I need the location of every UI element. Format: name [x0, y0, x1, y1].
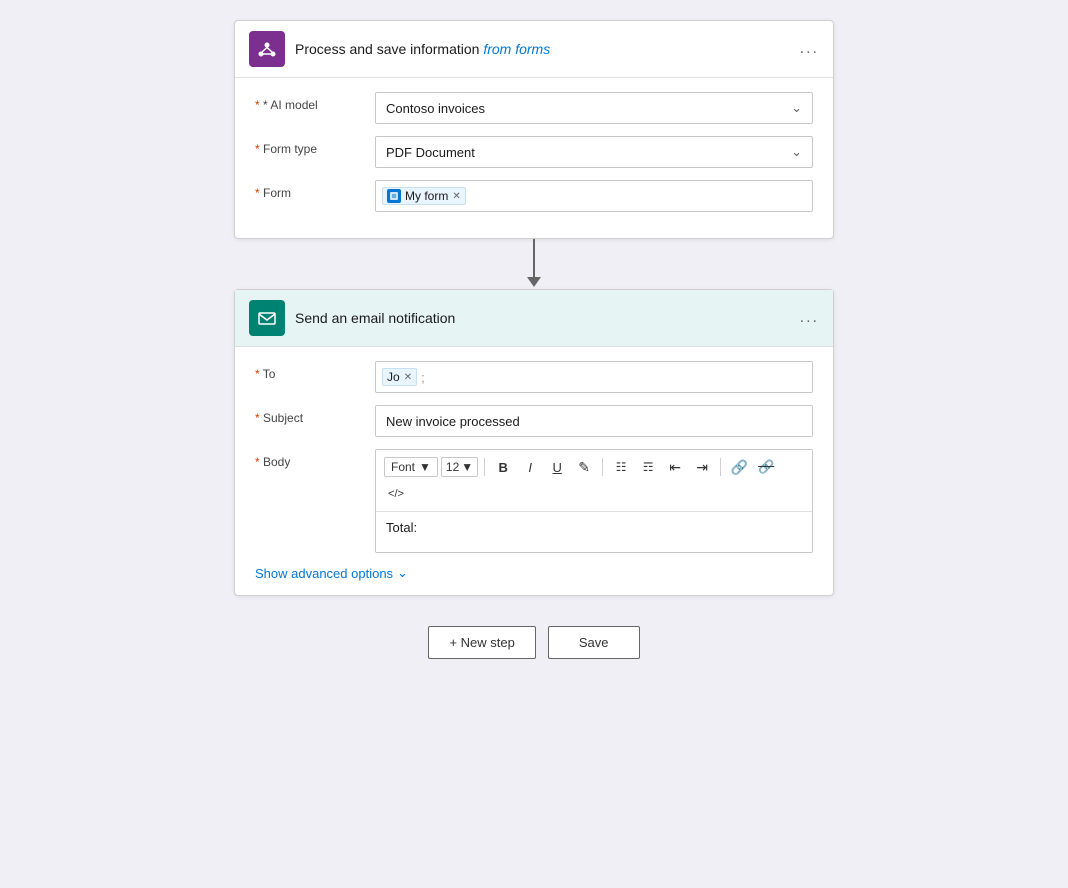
new-step-button[interactable]: + New step	[428, 626, 535, 659]
toolbar-divider-2	[602, 458, 603, 476]
font-size-chevron-icon: ▼	[461, 460, 473, 474]
ai-model-label-text: * AI model	[263, 98, 318, 112]
email-more-options[interactable]: ...	[800, 309, 819, 327]
subject-label: * Subject	[255, 405, 375, 425]
subject-row: * Subject	[255, 405, 813, 437]
process-forms-card: Process and save information from forms …	[234, 20, 834, 239]
to-row: * To Jo ✕ ;	[255, 361, 813, 393]
form-tag-close-icon[interactable]: ✕	[452, 191, 460, 202]
title-highlight: from forms	[483, 41, 550, 57]
align-right-button[interactable]: ⇥	[690, 455, 714, 479]
ordered-list-button[interactable]: ☶	[636, 455, 660, 479]
form-type-value: PDF Document	[386, 145, 475, 160]
process-forms-body: * * AI model Contoso invoices ⌄ * Form t…	[235, 78, 833, 238]
body-row: * Body Font ▼ 12 ▼	[255, 449, 813, 553]
form-tag-text: My form	[405, 189, 448, 203]
form-tag-input[interactable]: My form ✕	[375, 180, 813, 212]
ai-model-select[interactable]: Contoso invoices ⌄	[375, 92, 813, 124]
form-row: * Form My form	[255, 180, 813, 212]
save-button[interactable]: Save	[548, 626, 640, 659]
process-forms-header: Process and save information from forms …	[235, 21, 833, 78]
to-control: Jo ✕ ;	[375, 361, 813, 393]
show-advanced-chevron-icon: ⌄	[397, 565, 408, 581]
to-tag: Jo ✕	[382, 368, 417, 386]
bold-button[interactable]: B	[491, 455, 515, 479]
action-buttons: + New step Save	[428, 626, 639, 659]
body-content[interactable]: Total:	[376, 512, 812, 552]
ai-model-label: * * AI model	[255, 92, 375, 112]
font-chevron-icon: ▼	[419, 460, 431, 474]
body-text: Total:	[386, 520, 417, 535]
color-button[interactable]: ✎	[572, 455, 596, 479]
to-tag-close-icon[interactable]: ✕	[404, 372, 412, 383]
form-type-chevron-icon: ⌄	[791, 144, 802, 160]
process-forms-header-left: Process and save information from forms	[249, 31, 550, 67]
link-button[interactable]: 🔗	[727, 455, 751, 479]
process-forms-icon-box	[249, 31, 285, 67]
email-icon-box	[249, 300, 285, 336]
to-tag-input[interactable]: Jo ✕ ;	[375, 361, 813, 393]
email-card-title: Send an email notification	[295, 310, 455, 326]
title-text: Process and save information	[295, 41, 483, 57]
align-left-button[interactable]: ⇤	[663, 455, 687, 479]
unordered-list-button[interactable]: ☷	[609, 455, 633, 479]
body-label: * Body	[255, 449, 375, 469]
email-notification-header-left: Send an email notification	[249, 300, 455, 336]
process-forms-more-options[interactable]: ...	[800, 40, 819, 58]
body-control: Font ▼ 12 ▼ B I	[375, 449, 813, 553]
subject-input[interactable]	[375, 405, 813, 437]
form-control: My form ✕	[375, 180, 813, 212]
form-type-select[interactable]: PDF Document ⌄	[375, 136, 813, 168]
show-advanced-label: Show advanced options	[255, 566, 393, 581]
to-tag-text: Jo	[387, 370, 400, 384]
mail-icon	[256, 307, 278, 329]
body-editor: Font ▼ 12 ▼ B I	[375, 449, 813, 553]
subject-control	[375, 405, 813, 437]
to-label: * To	[255, 361, 375, 381]
toolbar-divider-3	[720, 458, 721, 476]
process-forms-title: Process and save information from forms	[295, 41, 550, 57]
font-size-dropdown[interactable]: 12 ▼	[441, 457, 478, 477]
code-button[interactable]: </>	[384, 482, 408, 506]
form-icon	[389, 191, 399, 201]
ai-model-control: Contoso invoices ⌄	[375, 92, 813, 124]
body-toolbar: Font ▼ 12 ▼ B I	[376, 450, 812, 512]
ai-model-icon	[256, 38, 278, 60]
to-separator: ;	[421, 370, 425, 385]
ai-model-value: Contoso invoices	[386, 101, 485, 116]
email-card-body: * To Jo ✕ ; * Subject	[235, 347, 833, 595]
toolbar-divider-1	[484, 458, 485, 476]
ai-model-row: * * AI model Contoso invoices ⌄	[255, 92, 813, 124]
form-type-control: PDF Document ⌄	[375, 136, 813, 168]
email-notification-card: Send an email notification ... * To Jo ✕…	[234, 289, 834, 596]
form-tag: My form ✕	[382, 187, 466, 205]
font-dropdown[interactable]: Font ▼	[384, 457, 438, 477]
form-tag-icon	[387, 189, 401, 203]
font-size-value: 12	[446, 460, 459, 474]
email-notification-header: Send an email notification ...	[235, 290, 833, 347]
form-type-label: * Form type	[255, 136, 375, 156]
underline-button[interactable]: U	[545, 455, 569, 479]
font-label: Font	[391, 460, 415, 474]
italic-button[interactable]: I	[518, 455, 542, 479]
connector-arrow	[533, 239, 535, 279]
show-advanced-options[interactable]: Show advanced options ⌄	[255, 565, 813, 581]
form-type-row: * Form type PDF Document ⌄	[255, 136, 813, 168]
form-label: * Form	[255, 180, 375, 200]
unlink-button[interactable]: 🔗	[754, 455, 778, 479]
ai-model-chevron-icon: ⌄	[791, 100, 802, 116]
